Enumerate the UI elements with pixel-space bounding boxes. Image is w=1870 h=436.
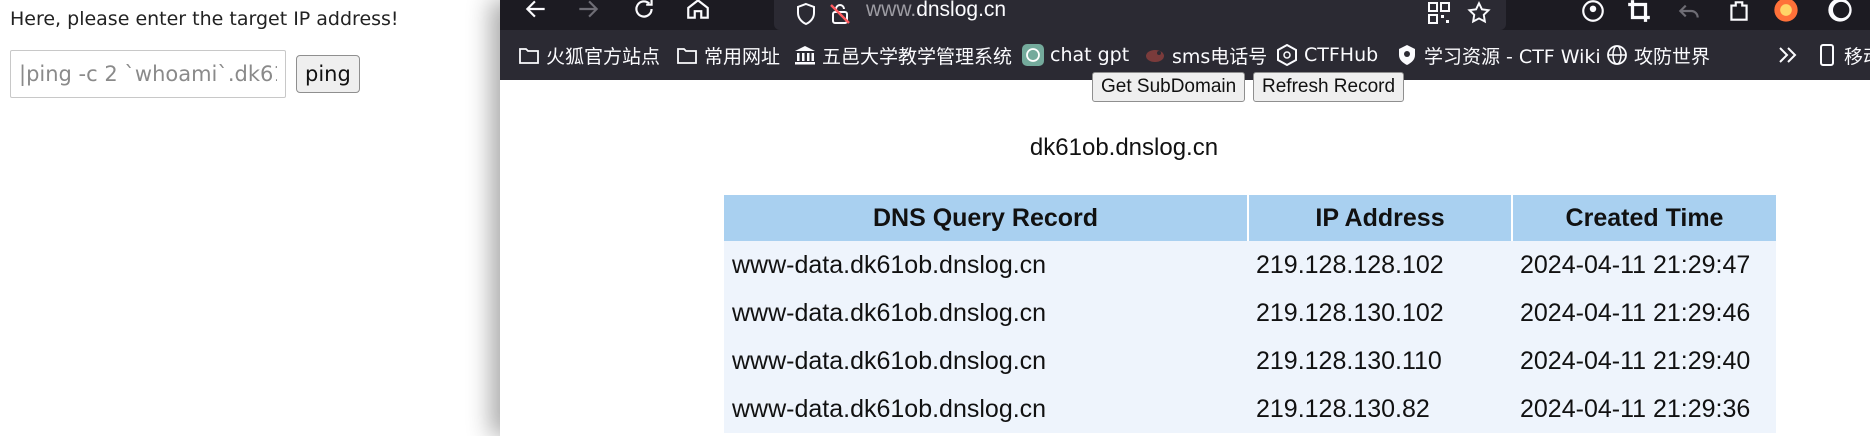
insecure-lock-icon [830,4,850,24]
ctfwiki-icon [1396,44,1418,66]
menu-avatar-icon [1828,0,1852,22]
url-text[interactable]: www.dnslog.cn [866,0,1006,22]
reload-button[interactable] [626,0,662,30]
ip-address-input[interactable] [10,50,286,98]
address-bar[interactable]: www.dnslog.cn [774,0,1506,30]
bookmark-chatgpt[interactable]: chat gpt [1022,42,1129,68]
column-header-created-time: Created Time [1512,195,1776,241]
undo-icon [1678,4,1699,18]
folder-icon [676,44,698,66]
ip-address-cell: 219.128.130.110 [1248,337,1512,385]
created-time-cell: 2024-04-11 21:29:47 [1512,241,1776,289]
table-row: www-data.dk61ob.dnslog.cn 219.128.130.11… [724,337,1776,385]
get-subdomain-button[interactable]: Get SubDomain [1092,72,1246,102]
table-header-row: DNS Query Record IP Address Created Time [724,195,1776,241]
navigation-toolbar: www.dnslog.cn [500,0,1870,30]
table-row: www-data.dk61ob.dnslog.cn 219.128.128.10… [724,241,1776,289]
bookmark-folder-common[interactable]: 常用网址 [676,42,780,68]
forward-button[interactable] [570,0,606,30]
bookmark-ctfhub[interactable]: CTFHub [1276,42,1378,68]
mobile-icon [1816,44,1838,66]
account-icon [1582,0,1604,22]
column-header-ip-address: IP Address [1248,195,1513,241]
bookmark-attack-defense[interactable]: 攻防世界 [1606,42,1710,68]
bookmark-folder-firefox[interactable]: 火狐官方站点 [518,42,660,68]
created-time-cell: 2024-04-11 21:29:40 [1512,337,1776,385]
university-icon [794,44,816,66]
dns-query-cell: www-data.dk61ob.dnslog.cn [724,385,1248,433]
shield-icon [797,2,815,26]
created-time-cell: 2024-04-11 21:29:36 [1512,385,1776,433]
screenshot-crop-icon [1628,0,1650,22]
forward-arrow-icon [579,0,599,18]
dns-record-table: DNS Query Record IP Address Created Time… [724,195,1776,433]
back-arrow-icon [525,0,545,18]
double-chevron-right-icon [1779,47,1797,63]
dnslog-page: Get SubDomain Refresh Record dk61ob.dnsl… [500,72,1870,436]
created-time-cell: 2024-04-11 21:29:46 [1512,289,1776,337]
refresh-record-button[interactable]: Refresh Record [1253,72,1405,102]
target-page: Here, please enter the target IP address… [0,0,520,436]
ip-address-cell: 219.128.130.82 [1248,385,1512,433]
table-row: www-data.dk61ob.dnslog.cn 219.128.130.82… [724,385,1776,433]
folder-icon [518,44,540,66]
dns-query-cell: www-data.dk61ob.dnslog.cn [724,289,1248,337]
dns-query-cell: www-data.dk61ob.dnslog.cn [724,337,1248,385]
ip-address-cell: 219.128.128.102 [1248,241,1512,289]
firefox-icon [1774,0,1798,22]
reload-icon [635,0,653,18]
subdomain-text: dk61ob.dnslog.cn [1029,134,1219,161]
column-header-dns-query: DNS Query Record [724,195,1249,241]
table-row: www-data.dk61ob.dnslog.cn 219.128.130.10… [724,289,1776,337]
ping-button[interactable]: ping [296,55,360,93]
openai-icon [1022,44,1044,66]
bookmark-mobile[interactable]: 移动 [1816,42,1870,68]
back-button[interactable] [518,0,554,30]
globe-icon [1606,44,1628,66]
bookmark-star-icon [1467,1,1491,24]
more-bookmarks-button[interactable] [1776,42,1800,68]
hexagon-icon [1276,44,1298,66]
home-icon [687,0,709,19]
bookmark-ctf-wiki[interactable]: 学习资源 - CTF Wiki [1396,42,1601,68]
ip-address-cell: 219.128.130.102 [1248,289,1512,337]
bird-icon [1144,44,1166,66]
bookmark-sms[interactable]: sms电话号 [1144,42,1267,68]
qr-code-icon [1428,2,1450,24]
bookmark-wyu-system[interactable]: 五邑大学教学管理系统 [794,42,1012,68]
ip-prompt-text: Here, please enter the target IP address… [10,8,399,30]
home-button[interactable] [680,0,716,30]
extensions-icon [1730,1,1748,21]
browser-window: www.dnslog.cn 火狐官方站点 常用网址 五邑大学教学管理系统 cha… [500,0,1870,436]
dns-query-cell: www-data.dk61ob.dnslog.cn [724,241,1248,289]
